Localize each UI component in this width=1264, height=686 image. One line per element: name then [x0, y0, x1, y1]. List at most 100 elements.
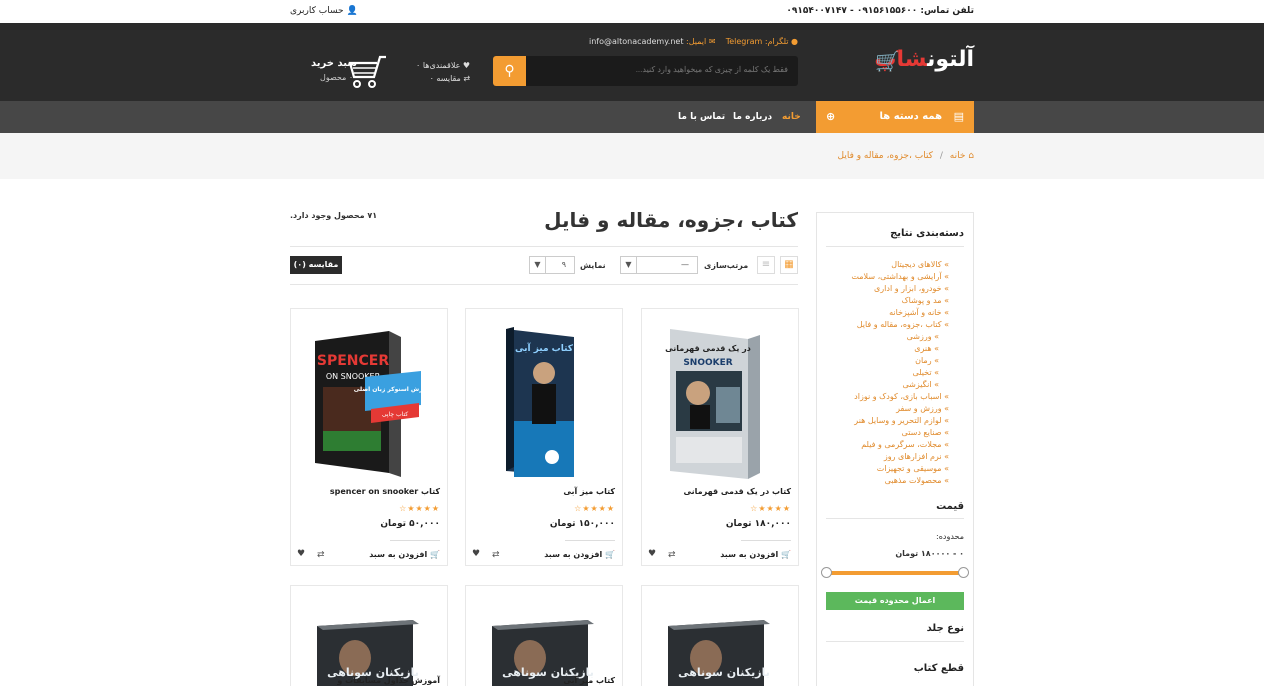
rating-stars: ★★★★☆ [399, 504, 440, 513]
product-card[interactable]: بازیکنان سوناهی آموزش جداول مسابقات و [290, 585, 448, 686]
nav-about[interactable]: درباره ما [733, 112, 772, 122]
book-cover-image[interactable]: کتاب میز آبی [484, 321, 604, 481]
sidebar-category-item[interactable]: » تخیلی [851, 367, 939, 379]
cover-type-title[interactable]: نوع جلد [927, 623, 964, 634]
sidebar-category-item[interactable]: » کالاهای دیجیتال [851, 259, 949, 271]
sidebar-category-item[interactable]: » هنری [851, 343, 939, 355]
category-filter-title: دسته‌بندی نتایج [890, 228, 964, 239]
sidebar-category-item[interactable]: » ورزش و سفر [851, 403, 949, 415]
page-title: کتاب ،جزوه، مقاله و فایل [544, 208, 798, 232]
cart-icon: 🛒 [430, 550, 440, 559]
book-cover-image[interactable]: در یک قدمی قهرمانی SNOOKER [660, 321, 780, 481]
book-cover-image[interactable]: SPENCER ON SNOOKER آموزش اسنوکر زبان اصل… [309, 321, 429, 481]
wishlist-link[interactable]: ♥ علاقمندی‌ها ۰ [416, 59, 470, 72]
product-count: ۷۱ محصول وجود دارد. [290, 211, 378, 220]
compare-icon[interactable]: ⇄ [492, 550, 500, 560]
sidebar-category-item[interactable]: » انگیزشی [851, 379, 939, 391]
heart-icon[interactable]: ♥ [648, 549, 656, 559]
product-name[interactable]: کتاب spencer on snooker [330, 487, 440, 496]
apply-price-button[interactable]: اعمال محدوده قیمت [826, 592, 964, 610]
sidebar-category-item[interactable]: » کتاب ،جزوه، مقاله و فایل [851, 319, 949, 331]
sidebar-category-item[interactable]: » نرم افزارهای روز [851, 451, 949, 463]
search-input[interactable] [538, 65, 788, 74]
product-name[interactable]: کتاب در یک قدمی قهرمانی [684, 487, 791, 496]
per-page-select[interactable]: ▼ ۹ [529, 256, 575, 274]
per-page-value: ۹ [561, 260, 566, 269]
sidebar-category-item[interactable]: » مجلات، سرگرمی و فیلم [851, 439, 949, 451]
search-button[interactable]: ⚲ [493, 56, 526, 86]
cover-badge: آموزش اسنوکر زبان اصلی [354, 384, 429, 393]
sort-label: مرتب‌سازی [704, 261, 749, 270]
book-cover-image[interactable]: بازیکنان سوناهی [309, 604, 429, 686]
compare-button[interactable]: مقایسه (۰) [290, 256, 342, 274]
product-card[interactable]: بازیکنان سوناهی کتاب میز آبی [465, 585, 623, 686]
grid-view-button[interactable]: ▦ [780, 256, 798, 274]
all-categories-label: همه دسته ها [879, 111, 942, 122]
sidebar-category-item[interactable]: » اسباب بازی، کودک و نوزاد [851, 391, 949, 403]
sidebar-category-item[interactable]: » صنایع دستی [851, 427, 949, 439]
range-label: محدوده: [936, 532, 964, 541]
sidebar-category-item[interactable]: » خودرو، ابزار و اداری [851, 283, 949, 295]
email-label: ایمیل: [686, 37, 707, 46]
compare-link[interactable]: ⇄ مقایسه ۰ [416, 72, 471, 85]
book-cover-image[interactable]: بازیکنان سوناهی [660, 604, 780, 686]
product-card[interactable]: کتاب میز آبی کتاب میز آبی ★★★★☆ ۱۵۰,۰۰۰ … [465, 308, 623, 566]
add-to-cart-button[interactable]: 🛒 افزودن به سبد [369, 550, 440, 559]
cart-title[interactable]: سبد خرید [311, 58, 357, 69]
product-card[interactable]: در یک قدمی قهرمانی SNOOKER کتاب در یک قد… [641, 308, 799, 566]
list-view-button[interactable]: ≡ [757, 256, 775, 274]
all-categories-button[interactable]: ▤ همه دسته ها ⊕ [816, 101, 974, 133]
add-to-cart-button[interactable]: 🛒 افزودن به سبد [720, 550, 791, 559]
sidebar-category-item[interactable]: » مد و پوشاک [851, 295, 949, 307]
divider [290, 284, 798, 285]
breadcrumb-home[interactable]: خانه [950, 151, 966, 161]
top-bar: تلفن تماس: ۰۹۱۵۶۱۵۵۶۰۰ - ۰۹۱۵۴۰۰۷۱۴۷ 👤 ح… [0, 0, 1264, 23]
mail-icon: ✉ [708, 37, 716, 46]
product-name[interactable]: کتاب میز آبی [563, 487, 615, 496]
add-to-cart-label: افزودن به سبد [544, 550, 603, 559]
heart-icon: ♥ [462, 61, 471, 70]
nav-contact[interactable]: تماس با ما [678, 112, 725, 122]
telegram-label[interactable]: تلگرام: Telegram [726, 37, 789, 46]
product-card[interactable]: SPENCER ON SNOOKER آموزش اسنوکر زبان اصل… [290, 308, 448, 566]
product-name[interactable]: آموزش جداول مسابقات و [337, 676, 440, 685]
product-name[interactable]: کتاب میز آبی [563, 676, 615, 685]
sidebar-category-item[interactable]: » لوازم التحریر و وسایل هنر [851, 415, 949, 427]
heart-icon[interactable]: ♥ [297, 549, 305, 559]
book-size-title[interactable]: قطع کتاب [914, 663, 964, 674]
breadcrumb-current[interactable]: کتاب ،جزوه، مقاله و فایل [838, 151, 933, 161]
sidebar-category-item[interactable]: » محصولات مذهبی [851, 475, 949, 487]
add-to-cart-label: افزودن به سبد [720, 550, 779, 559]
phone-number: تلفن تماس: ۰۹۱۵۶۱۵۵۶۰۰ - ۰۹۱۵۴۰۰۷۱۴۷ [786, 6, 974, 16]
price-filter-title: قیمت [936, 501, 964, 512]
breadcrumb: ⌂ خانه / کتاب ،جزوه، مقاله و فایل [838, 151, 975, 161]
email-value[interactable]: info@altonacademy.net [589, 37, 684, 46]
product-card[interactable]: بازیکنان سوناهی [641, 585, 799, 686]
sidebar-category-item[interactable]: » آرایشی و بهداشتی، سلامت [851, 271, 949, 283]
heart-icon[interactable]: ♥ [472, 549, 480, 559]
nav-home[interactable]: خانه [782, 112, 801, 122]
wishlist-label: علاقمندی‌ها ۰ [416, 61, 461, 70]
plus-circle-icon: ⊕ [826, 110, 836, 123]
add-to-cart-button[interactable]: 🛒 افزودن به سبد [544, 550, 615, 559]
sidebar-category-item[interactable]: » ورزشی [851, 331, 939, 343]
menu-icon: ▤ [953, 110, 964, 123]
slider-handle-min[interactable] [821, 567, 832, 578]
book-cover-image[interactable]: بازیکنان سوناهی [484, 604, 604, 686]
sidebar-category-item[interactable]: » رمان [851, 355, 939, 367]
compare-label: مقایسه ۰ [429, 74, 461, 83]
sidebar-category-item[interactable]: » موسیقی و تجهیزات [851, 463, 949, 475]
sidebar-category-item[interactable]: » خانه و آشپزخانه [851, 307, 949, 319]
cart-icon: 🛒 [605, 550, 615, 559]
divider [290, 246, 798, 247]
slider-handle-max[interactable] [958, 567, 969, 578]
search-bar: ⚲ [493, 56, 798, 86]
category-list: » کالاهای دیجیتال» آرایشی و بهداشتی، سلا… [851, 259, 949, 487]
contact-info: ● تلگرام: Telegram ✉ ایمیل: info@altonac… [589, 37, 798, 46]
compare-icon[interactable]: ⇄ [668, 550, 676, 560]
account-link[interactable]: 👤 حساب کاربری [290, 6, 358, 16]
compare-icon[interactable]: ⇄ [317, 550, 325, 560]
sort-value: — [681, 260, 689, 269]
price-range-slider[interactable] [821, 567, 969, 578]
sort-select[interactable]: ▼ — [620, 256, 698, 274]
